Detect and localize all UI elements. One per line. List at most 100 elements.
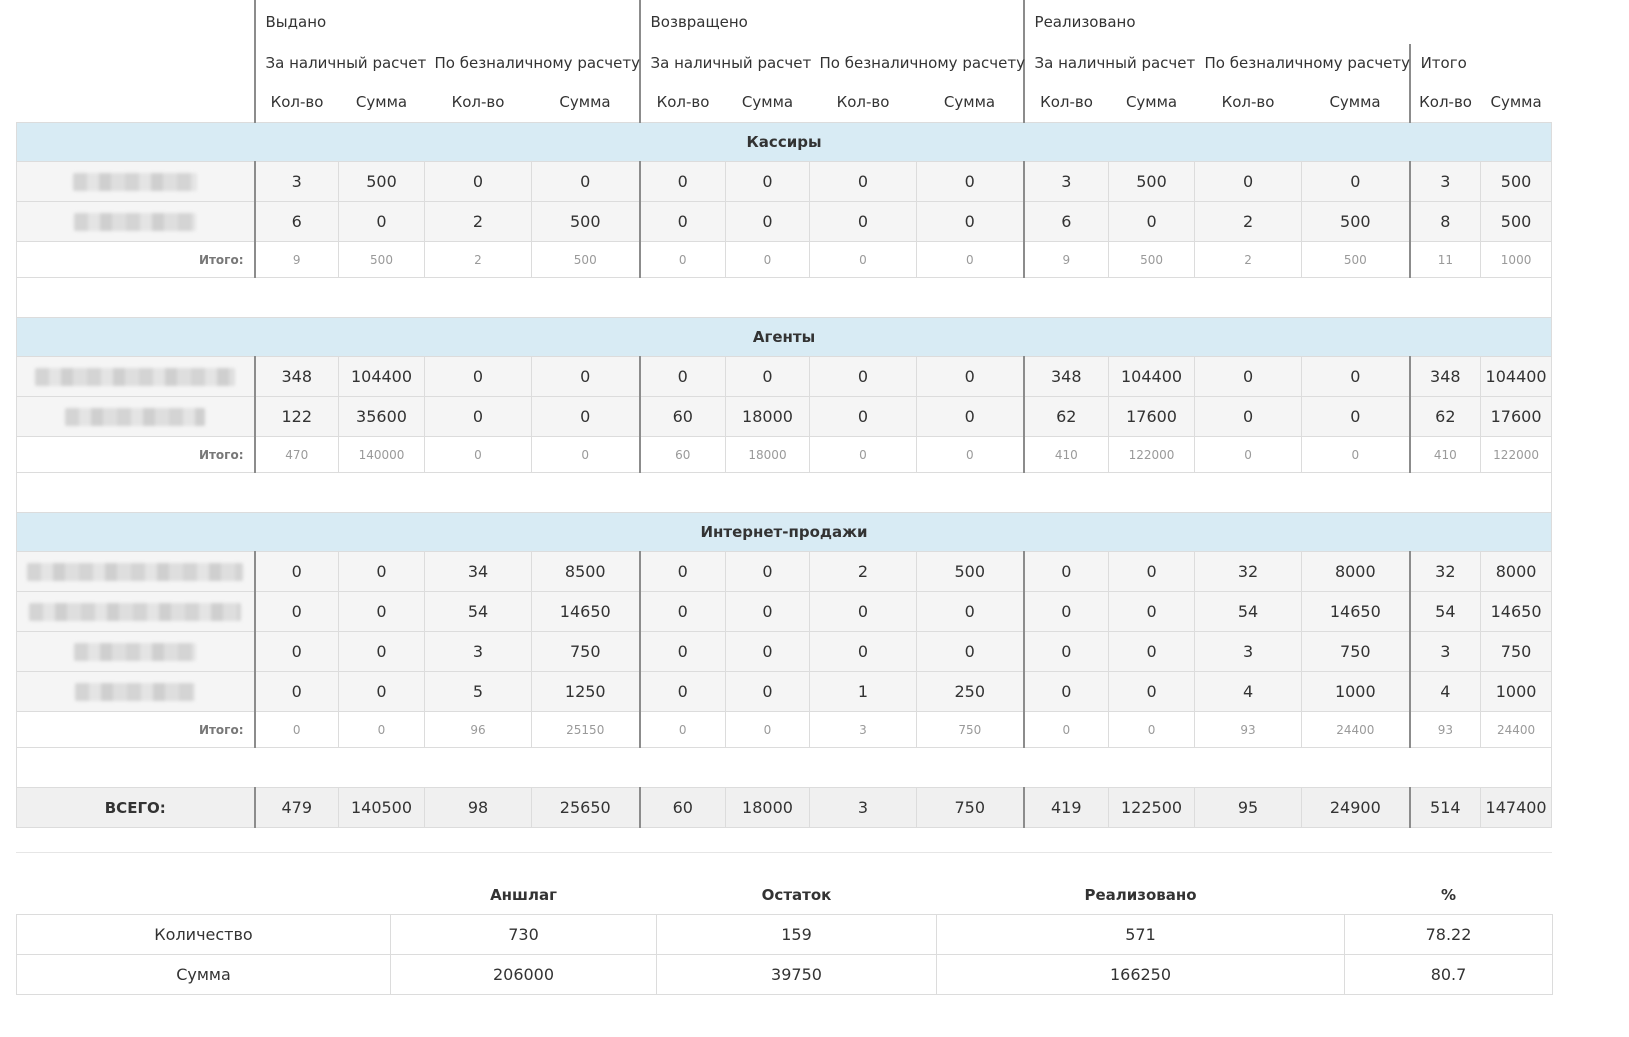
- cell-value: 500: [1108, 241, 1196, 278]
- cell-value: 0: [638, 631, 726, 672]
- cell-value: 6: [253, 201, 339, 242]
- cell-value: 0: [915, 201, 1025, 242]
- section-title: Интернет-продажи: [15, 512, 1553, 552]
- cell-value: 0: [338, 711, 425, 748]
- summary-row-label: Сумма: [16, 954, 391, 995]
- qty-header: Кол-во: [253, 82, 339, 123]
- summary-header-row: Аншлаг Остаток Реализовано%: [16, 876, 1553, 915]
- spacer-row: [15, 747, 1553, 788]
- summary-value: 78.22: [1344, 914, 1553, 955]
- cell-value: 3: [809, 787, 917, 828]
- cell-value: 2: [424, 241, 532, 278]
- subtotal-row: Итого: 470 140000 0 0 60 18000 0 0 410 122000 0 0 410…: [16, 436, 1553, 473]
- cell-value: 2: [809, 551, 917, 592]
- subtotal-row: Итого: 9 500 2 500 0 0 0 0 9 500 2 500 11 1000: [16, 241, 1553, 278]
- cell-value: 500: [915, 551, 1025, 592]
- summary-header: Остаток: [656, 876, 937, 915]
- summary-row: Сумма 206000 39750 166250 80.7: [16, 954, 1553, 995]
- row-name-redacted: [16, 551, 255, 592]
- total-header: Итого: [1408, 44, 1552, 82]
- cell-value: 122500: [1108, 787, 1196, 828]
- noncash-header: По безналичному расчету: [819, 54, 1026, 72]
- cell-value: 0: [915, 631, 1025, 672]
- cell-value: 122000: [1480, 436, 1553, 473]
- grand-total-row: ВСЕГО: 479 140500 98 25650 60 18000 3 750 419 1225…: [16, 787, 1553, 828]
- table-row: 0 0 34 8500 0 0 2 500 0 0 32 8000 32 8000: [16, 551, 1553, 592]
- cell-value: 0: [638, 591, 726, 632]
- cell-value: 0: [1301, 396, 1411, 437]
- summary-value: 730: [390, 914, 657, 955]
- cash-header: За наличный расчет: [1022, 44, 1195, 82]
- spacer-cell: [15, 277, 1553, 318]
- summary-header: Реализовано: [936, 876, 1345, 915]
- cell-value: 25150: [531, 711, 640, 748]
- cell-value: 4: [1194, 671, 1303, 712]
- table-row: 0 0 5 1250 0 0 1 250 0 0 4 1000 4 1000: [16, 671, 1553, 712]
- summary-value: 39750: [656, 954, 937, 995]
- cell-value: 0: [424, 436, 532, 473]
- cell-value: 479: [253, 787, 339, 828]
- qty-header: Кол-во: [1408, 82, 1481, 123]
- cell-value: 0: [338, 671, 425, 712]
- redacted-name: [74, 213, 197, 232]
- qty-header: Кол-во: [809, 82, 917, 123]
- cell-value: 0: [809, 241, 917, 278]
- cell-value: 0: [809, 396, 917, 437]
- cell-value: 0: [1194, 161, 1303, 202]
- cell-value: 514: [1408, 787, 1482, 828]
- cell-value: 18000: [725, 436, 810, 473]
- cell-value: 0: [638, 241, 726, 278]
- row-name-redacted: [16, 201, 255, 242]
- cell-value: 0: [1301, 436, 1411, 473]
- cell-value: 0: [1022, 591, 1110, 632]
- spacer-row: [15, 472, 1553, 513]
- header-spacer: [1410, 0, 1552, 44]
- cell-value: 500: [531, 241, 640, 278]
- cell-value: 0: [915, 591, 1025, 632]
- cell-value: 2: [1194, 201, 1303, 242]
- cell-value: 0: [915, 356, 1025, 397]
- cell-value: 0: [338, 551, 425, 592]
- cell-value: 1000: [1480, 241, 1553, 278]
- cell-value: 0: [809, 201, 917, 242]
- cash-header: За наличный расчет: [638, 44, 811, 82]
- cell-value: 410: [1408, 436, 1482, 473]
- group-header: Выдано: [253, 0, 640, 44]
- cell-value: 750: [531, 631, 640, 672]
- sum-header: Сумма: [1108, 82, 1195, 123]
- cell-value: 0: [424, 396, 532, 437]
- cell-value: 0: [424, 161, 532, 202]
- report-page: Выдано Возвращено Реализовано За наличный р…: [0, 0, 1629, 1037]
- cell-value: 0: [1108, 201, 1196, 242]
- sales-report-table: Выдано Возвращено Реализовано За наличный р…: [15, 0, 1553, 828]
- cell-value: 14650: [1301, 591, 1411, 632]
- cell-value: 8000: [1301, 551, 1411, 592]
- spacer-cell: [15, 472, 1553, 513]
- noncash-header: По безналичному расчету: [1204, 54, 1411, 72]
- cell-value: 0: [1108, 631, 1196, 672]
- row-name-redacted: [16, 356, 255, 397]
- summary-row-label: Количество: [16, 914, 391, 955]
- cell-value: 0: [253, 631, 339, 672]
- cell-value: 0: [1022, 551, 1110, 592]
- cell-value: 140500: [338, 787, 425, 828]
- subtotal-label: Итого:: [16, 711, 255, 748]
- cell-value: 104400: [338, 356, 425, 397]
- cell-value: 54: [1194, 591, 1303, 632]
- summary-header: %: [1344, 876, 1553, 915]
- qty-header: Кол-во: [1022, 82, 1109, 123]
- cell-value: 3: [1194, 631, 1303, 672]
- cell-value: 0: [531, 436, 640, 473]
- cell-value: 11: [1408, 241, 1482, 278]
- cell-value: 348: [1408, 356, 1482, 397]
- row-name-redacted: [16, 396, 255, 437]
- cell-value: 1: [809, 671, 917, 712]
- sum-header: Сумма: [916, 82, 1024, 123]
- spacer-cell: [15, 747, 1553, 788]
- cell-value: 1000: [1480, 671, 1553, 712]
- cell-value: 0: [1108, 671, 1196, 712]
- cell-value: 0: [725, 241, 810, 278]
- cell-value: 0: [809, 591, 917, 632]
- cell-value: 0: [809, 356, 917, 397]
- cell-value: 0: [338, 591, 425, 632]
